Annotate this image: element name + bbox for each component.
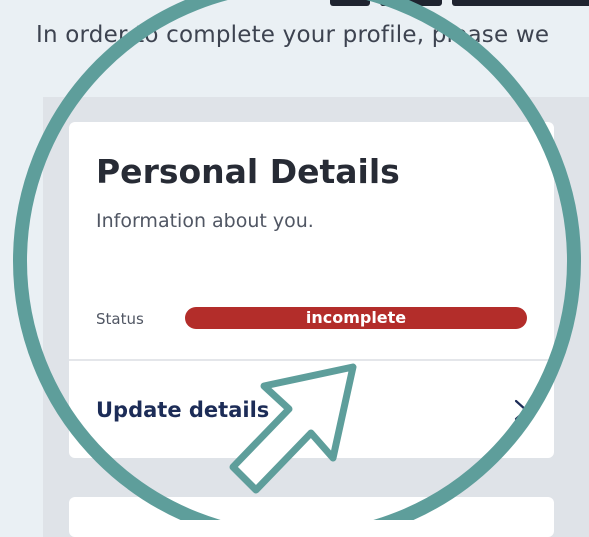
pointer-arrow-icon [229, 363, 357, 494]
